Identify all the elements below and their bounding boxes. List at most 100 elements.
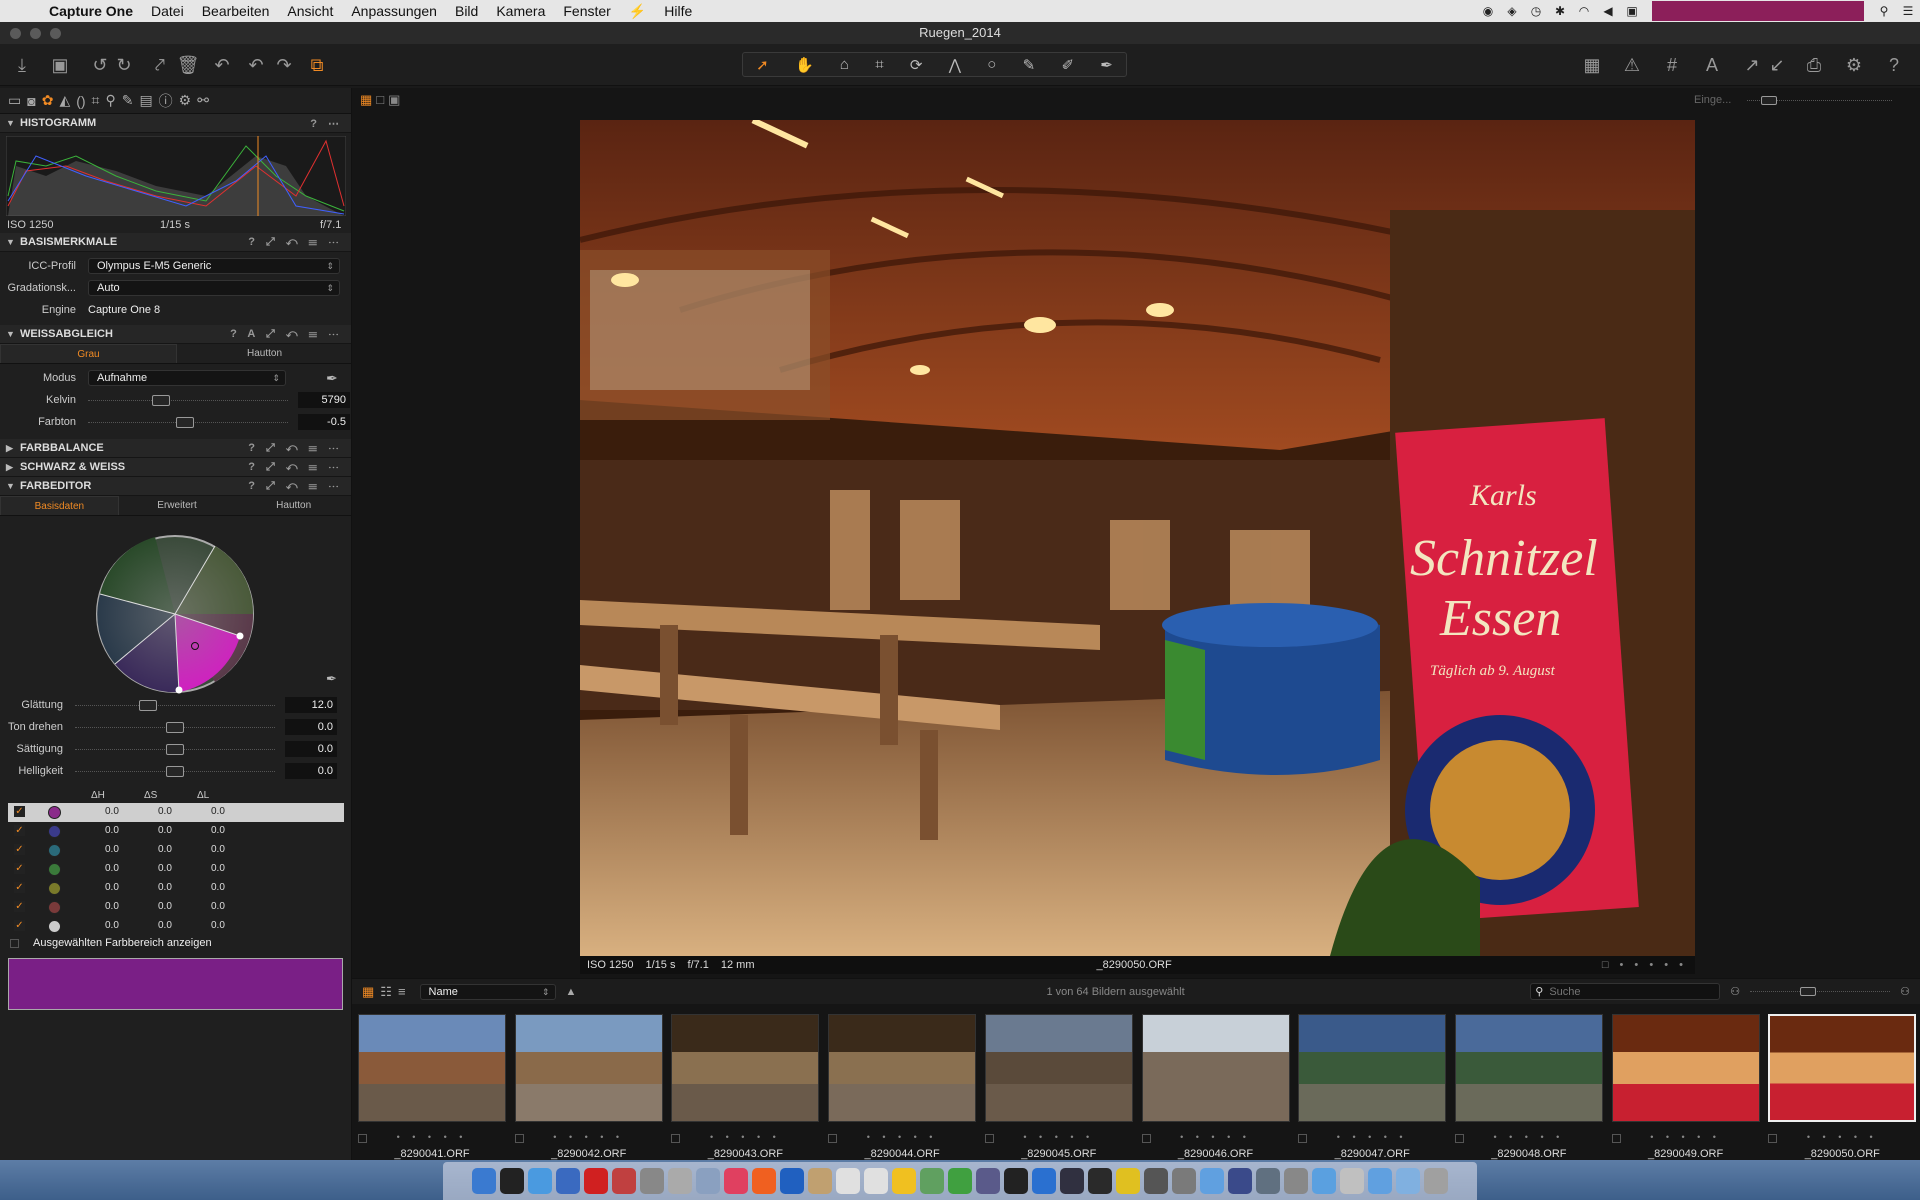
color-range-row[interactable]: ✓ 0.0 0.0 0.0	[8, 822, 344, 841]
collapse-arrow-icon[interactable]: ▼	[6, 329, 20, 339]
row-checkbox-icon[interactable]: ✓	[14, 882, 25, 893]
row-checkbox-icon[interactable]: ✓	[14, 901, 25, 912]
collapse-arrow-icon[interactable]: ▼	[6, 481, 20, 491]
dock-app-icon[interactable]	[1424, 1168, 1448, 1194]
status-icon-1[interactable]: ◉	[1476, 4, 1500, 18]
details-icon[interactable]: ≡	[398, 984, 406, 999]
smooth-slider[interactable]	[75, 700, 275, 711]
color-range-row[interactable]: ✓ 0.0 0.0 0.0	[8, 898, 344, 917]
menu-datei[interactable]: Datei	[142, 3, 193, 19]
loupe-icon[interactable]: ⌂	[840, 56, 849, 73]
kelvin-slider[interactable]	[88, 395, 288, 406]
range-color-swatch[interactable]	[48, 825, 61, 838]
colorbalance-header[interactable]: ▶ FARBBALANCE ? ⤢ ↶ ☰ ⋯	[0, 439, 351, 458]
dock-app-icon[interactable]	[864, 1168, 888, 1194]
mode-select[interactable]: Aufnahme ⇕	[88, 370, 286, 386]
slider-knob[interactable]	[166, 744, 184, 755]
row-checkbox-icon[interactable]: ✓	[14, 825, 25, 836]
dock-app-icon[interactable]	[500, 1168, 524, 1194]
meta-tab-icon[interactable]: ⓘ	[159, 91, 173, 111]
warning-icon[interactable]: ⚠	[1620, 53, 1644, 77]
row-checkbox-icon[interactable]: ✓	[14, 806, 25, 817]
tint-slider[interactable]	[88, 417, 288, 428]
camera-icon[interactable]: ▣	[48, 53, 72, 77]
slider-knob[interactable]	[166, 766, 184, 777]
crop-tab-icon[interactable]: ⌗	[92, 92, 100, 109]
bluetooth-icon[interactable]: ✱	[1548, 4, 1572, 18]
thumbnail[interactable]	[514, 1014, 663, 1122]
dock-app-icon[interactable]	[1144, 1168, 1168, 1194]
settings-icon[interactable]: ⚙	[1842, 53, 1866, 77]
thumbnail[interactable]	[1454, 1014, 1603, 1122]
range-color-swatch[interactable]	[48, 863, 61, 876]
basic-header[interactable]: ▼ BASISMERKMALE ? ⤢ ↶ ☰ ⋯	[0, 233, 351, 252]
help-icon[interactable]: ?	[1882, 53, 1906, 77]
panel-controls[interactable]: ? ⤢ ↶ ☰ ⋯	[248, 461, 343, 474]
show-range-checkbox[interactable]	[10, 938, 19, 948]
dock-app-icon[interactable]	[1032, 1168, 1056, 1194]
search-field[interactable]: ⚲	[1530, 983, 1721, 1000]
lens-tab-icon[interactable]: ()	[76, 93, 85, 109]
dock-app-icon[interactable]	[948, 1168, 972, 1194]
range-color-swatch[interactable]	[48, 901, 61, 914]
notification-icon[interactable]: ☰	[1896, 4, 1920, 18]
thumb-grid-icon[interactable]: ▦	[362, 984, 374, 1000]
dock-app-icon[interactable]	[668, 1168, 692, 1194]
exposure-tab-icon[interactable]: ◭	[59, 92, 70, 109]
tint-value[interactable]: -0.5	[298, 414, 350, 430]
dock-app-icon[interactable]	[1312, 1168, 1336, 1194]
dock-app-icon[interactable]	[836, 1168, 860, 1194]
volume-icon[interactable]: ◀	[1596, 4, 1620, 18]
zoom-slider[interactable]	[1747, 96, 1892, 106]
local-tab-icon[interactable]: ✎	[122, 92, 134, 109]
thumb-rating[interactable]: • • • • •	[1298, 1132, 1446, 1142]
saturation-slider[interactable]	[75, 744, 275, 755]
range-color-swatch[interactable]	[48, 844, 61, 857]
icc-select[interactable]: Olympus E-M5 Generic ⇕	[88, 258, 340, 274]
dock-app-icon[interactable]	[1396, 1168, 1420, 1194]
thumb-rating[interactable]: • • • • •	[985, 1132, 1133, 1142]
move-icon[interactable]: ⤤	[148, 53, 172, 77]
dock-app-icon[interactable]	[528, 1168, 552, 1194]
rotate-left-icon[interactable]: ↺	[88, 53, 112, 77]
dock-app-icon[interactable]	[1368, 1168, 1392, 1194]
dock-app-icon[interactable]	[1340, 1168, 1364, 1194]
bw-header[interactable]: ▶ SCHWARZ & WEISS ? ⤢ ↶ ☰ ⋯	[0, 458, 351, 477]
kelvin-value[interactable]: 5790	[298, 392, 350, 408]
compare-view-icon[interactable]: ▣	[388, 92, 404, 107]
dock-app-icon[interactable]	[752, 1168, 776, 1194]
range-color-swatch[interactable]	[48, 882, 61, 895]
row-checkbox-icon[interactable]: ✓	[14, 863, 25, 874]
menu-kamera[interactable]: Kamera	[487, 3, 554, 19]
menu-ansicht[interactable]: Ansicht	[278, 3, 342, 19]
color-range-row[interactable]: ✓ 0.0 0.0 0.0	[8, 917, 344, 936]
copy-adjust-icon[interactable]: ↗	[1740, 53, 1764, 77]
dock-app-icon[interactable]	[696, 1168, 720, 1194]
rotate-tool-icon[interactable]: ⟳	[910, 56, 923, 74]
menu-bearbeiten[interactable]: Bearbeiten	[193, 3, 279, 19]
expand-arrow-icon[interactable]: ▶	[6, 462, 20, 473]
slider-knob[interactable]	[176, 417, 194, 428]
collapse-arrow-icon[interactable]: ▼	[6, 118, 20, 128]
dock-app-icon[interactable]	[1004, 1168, 1028, 1194]
menu-hilfe[interactable]: Hilfe	[655, 3, 701, 19]
dock-app-icon[interactable]	[1088, 1168, 1112, 1194]
thumb-rating[interactable]: • • • • •	[671, 1132, 819, 1142]
batch-tab-icon[interactable]: ⚯	[197, 92, 209, 109]
variants-icon[interactable]: ⧉	[305, 53, 329, 77]
menu-anpassungen[interactable]: Anpassungen	[342, 3, 446, 19]
menu-app[interactable]: Capture One	[40, 3, 142, 19]
lightness-slider[interactable]	[75, 766, 275, 777]
collapse-arrow-icon[interactable]: ▼	[6, 237, 20, 247]
menu-scripts[interactable]: ⚡	[620, 3, 655, 20]
apply-adjust-icon[interactable]: ↙	[1765, 53, 1789, 77]
tab-grau[interactable]: Grau	[0, 344, 177, 363]
thumbnail[interactable]	[828, 1014, 977, 1122]
minimize-button[interactable]	[30, 28, 41, 39]
dock-app-icon[interactable]	[472, 1168, 496, 1194]
close-button[interactable]	[10, 28, 21, 39]
dock-app-icon[interactable]	[584, 1168, 608, 1194]
thumb-rating[interactable]: • • • • •	[515, 1132, 663, 1142]
wifi-icon[interactable]: ◠	[1572, 4, 1596, 18]
trash-icon[interactable]: 🗑	[176, 53, 200, 77]
